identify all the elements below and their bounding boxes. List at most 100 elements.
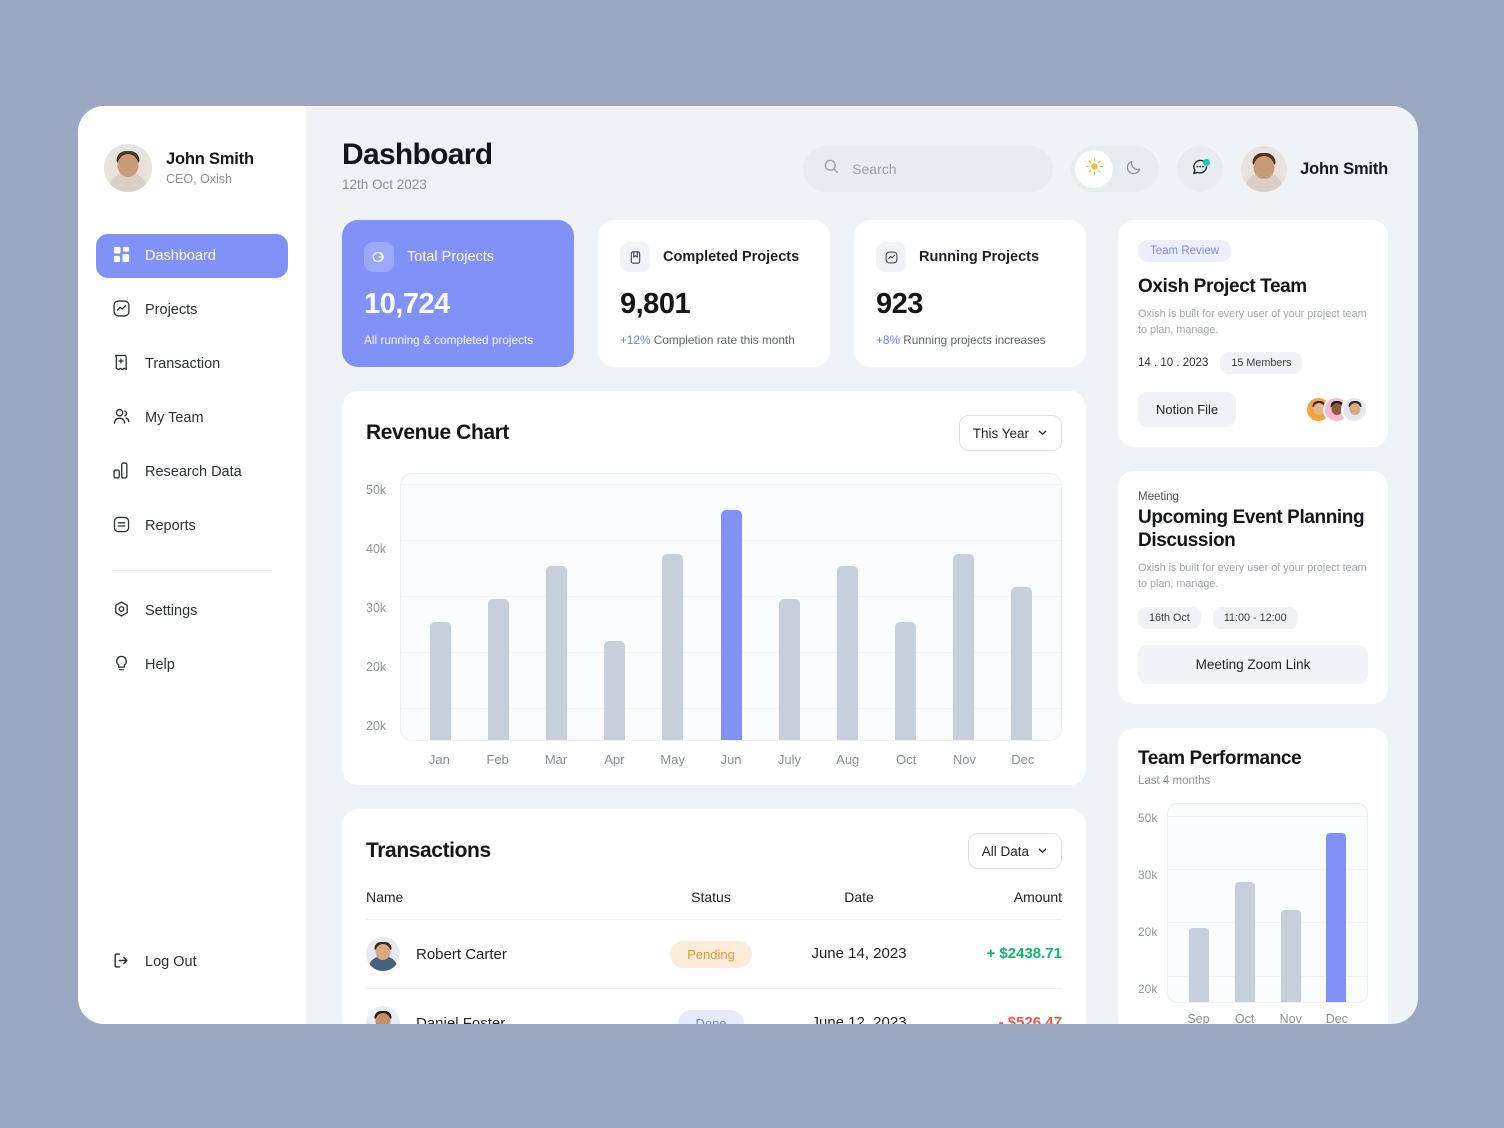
stat-sub: All running & completed projects	[364, 333, 534, 347]
search-box[interactable]	[803, 146, 1054, 192]
chart-bar[interactable]	[1326, 833, 1347, 1002]
chart-bar[interactable]	[720, 509, 742, 740]
sidebar-item-label: Projects	[145, 302, 198, 318]
meeting-title: Upcoming Event Planning Discussion	[1138, 507, 1365, 551]
y-tick: 40k	[366, 542, 387, 556]
sidebar-item-label: My Team	[145, 410, 204, 426]
meeting-zoom-link-button[interactable]: Meeting Zoom Link	[1138, 644, 1368, 684]
meeting-time: 11:00 - 12:00	[1212, 606, 1298, 629]
receipt-plus-icon	[112, 353, 131, 376]
chart-bar[interactable]	[429, 622, 451, 740]
sidebar-item-reports[interactable]: Reports	[96, 504, 288, 548]
x-tick: Mar	[544, 752, 568, 767]
chart-bar[interactable]	[604, 641, 626, 740]
column-header-status: Status	[691, 889, 731, 905]
stat-card-running-projects[interactable]: Running Projects 923 +8% Running project…	[854, 220, 1086, 367]
sidebar-item-help[interactable]: Help	[96, 643, 288, 687]
theme-light-option[interactable]	[1075, 150, 1114, 188]
sidebar-item-label: Settings	[145, 603, 198, 619]
grid-icon	[112, 245, 131, 268]
layers-icon	[364, 242, 394, 272]
stat-delta: +12%	[620, 333, 651, 347]
status-badge: Done	[678, 1009, 744, 1024]
table-row[interactable]: Daniel Foster Done June 12, 2023 - $526.47	[366, 989, 1062, 1024]
content-area: Total Projects 10,724 All running & comp…	[342, 220, 1388, 1024]
chart-bar[interactable]	[836, 566, 858, 740]
logout-button[interactable]: Log Out	[96, 942, 213, 982]
transaction-date: June 14, 2023	[811, 945, 907, 962]
chart-bar[interactable]	[1189, 927, 1210, 1002]
lightbulb-icon	[112, 654, 131, 677]
revenue-chart-panel: Revenue Chart This Year 50k 40k 30k 20k …	[342, 391, 1086, 785]
sidebar-item-research-data[interactable]: Research Data	[96, 450, 288, 494]
sidebar-item-my-team[interactable]: My Team	[96, 396, 288, 440]
team-performance-plot-area	[1167, 802, 1368, 1003]
chart-bar[interactable]	[778, 598, 800, 740]
dropdown-label: All Data	[981, 843, 1029, 859]
user-menu[interactable]: John Smith	[1241, 146, 1388, 192]
notifications-button[interactable]	[1177, 146, 1224, 192]
avatar	[104, 144, 152, 192]
status-badge: Pending	[670, 940, 752, 968]
x-tick: May	[660, 752, 685, 767]
logout-label: Log Out	[145, 954, 197, 970]
document-lines-icon	[112, 515, 131, 538]
table-body: Robert Carter Pending June 14, 2023 + $2438…	[366, 920, 1062, 1024]
x-tick: Jun	[720, 752, 742, 767]
meeting-date: 16th Oct	[1138, 606, 1201, 629]
theme-toggle[interactable]	[1071, 146, 1160, 192]
bar-slot	[877, 474, 935, 740]
table-row[interactable]: Robert Carter Pending June 14, 2023 + $2438…	[366, 920, 1062, 989]
main-content: Dashboard 12th Oct 2023 Search John Smit…	[306, 106, 1418, 1024]
chart-bar[interactable]	[487, 598, 509, 740]
x-tick: Aug	[836, 752, 860, 767]
y-tick: 50k	[366, 483, 387, 497]
stat-label: Total Projects	[407, 249, 495, 265]
moon-icon	[1125, 158, 1143, 181]
chart-bar[interactable]	[1011, 587, 1033, 740]
avatar	[366, 1006, 400, 1024]
sidebar: John Smith CEO, Oxish Dashboard Projects	[78, 106, 306, 1024]
chart-bar[interactable]	[1234, 882, 1255, 1002]
sidebar-item-label: Help	[145, 657, 175, 673]
bar-slot	[935, 474, 993, 740]
stat-card-completed-projects[interactable]: Completed Projects 9,801 +12% Completion…	[598, 220, 830, 367]
stat-value: 10,724	[364, 288, 450, 320]
sidebar-profile[interactable]: John Smith CEO, Oxish	[78, 144, 306, 192]
avatar	[1241, 146, 1288, 192]
team-performance-bars	[1168, 804, 1367, 1002]
sidebar-item-dashboard[interactable]: Dashboard	[96, 234, 288, 278]
search-input[interactable]	[852, 161, 1034, 177]
sidebar-item-projects[interactable]: Projects	[96, 288, 288, 332]
bar-slot	[760, 474, 818, 740]
card-subtitle: Last 4 months	[1138, 774, 1211, 787]
stat-sub: +12% Completion rate this month	[620, 333, 808, 347]
bookmark-icon	[620, 242, 650, 272]
app-window: John Smith CEO, Oxish Dashboard Projects	[78, 106, 1418, 1024]
stat-cards: Total Projects 10,724 All running & comp…	[342, 220, 1086, 367]
stat-card-total-projects[interactable]: Total Projects 10,724 All running & comp…	[342, 220, 574, 367]
column-header-amount: Amount	[1013, 889, 1062, 905]
transactions-filter-dropdown[interactable]: All Data	[967, 833, 1062, 869]
revenue-period-dropdown[interactable]: This Year	[958, 415, 1062, 451]
stat-value: 9,801	[620, 288, 691, 320]
theme-dark-option[interactable]	[1115, 150, 1153, 188]
sidebar-item-transaction[interactable]: Transaction	[96, 342, 288, 386]
bar-slot	[702, 474, 760, 740]
notion-file-button[interactable]: Notion File	[1138, 392, 1237, 428]
member-avatars	[1305, 396, 1368, 424]
sidebar-item-settings[interactable]: Settings	[96, 589, 288, 633]
x-tick: Dec	[1325, 1011, 1349, 1024]
sidebar-divider	[112, 570, 272, 571]
chart-bar[interactable]	[546, 566, 568, 740]
card-description: Oxish is built for every user of your pr…	[1138, 562, 1367, 591]
sidebar-item-label: Research Data	[145, 464, 242, 480]
chart-bar[interactable]	[1280, 910, 1301, 1002]
card-title: Oxish Project Team	[1138, 276, 1307, 297]
y-tick: 20k	[366, 719, 387, 733]
panel-title: Transactions	[366, 839, 491, 862]
chart-bar[interactable]	[895, 622, 917, 740]
chart-bar[interactable]	[662, 554, 684, 740]
page-date: 12th Oct 2023	[342, 177, 427, 192]
chart-bar[interactable]	[953, 554, 975, 740]
